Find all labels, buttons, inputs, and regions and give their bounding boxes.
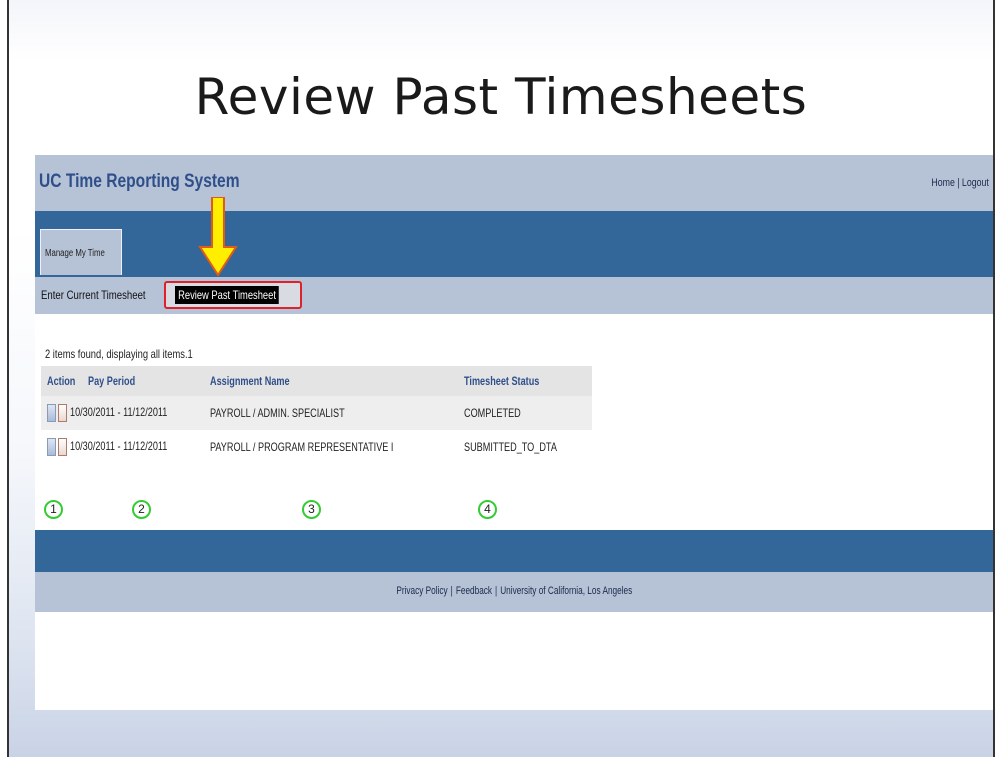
status-cell: SUBMITTED_TO_DTA: [463, 440, 557, 454]
ucla-link[interactable]: University of California, Los Angeles: [500, 585, 632, 597]
app-header: UC Time Reporting System Home | Logout: [35, 155, 993, 211]
callout-2: 2: [132, 500, 151, 519]
slide-title: Review Past Timesheets: [194, 68, 808, 126]
footer: Privacy Policy | Feedback | University of Ca…: [35, 572, 993, 612]
callout-4: 4: [478, 500, 497, 519]
logout-link[interactable]: Logout: [962, 177, 989, 189]
assignment-cell: PAYROLL / ADMIN. SPECIALIST: [204, 396, 458, 430]
header-separator: |: [957, 177, 960, 189]
column-header-assignment: Assignment Name: [204, 366, 458, 396]
status-cell: COMPLETED: [457, 396, 593, 430]
column-header-pay-period: Pay Period: [87, 374, 135, 388]
arrow-down-icon: [198, 197, 238, 277]
pay-period-cell: 10/30/2011 - 11/12/2011: [70, 405, 168, 420]
app-title: UC Time Reporting System: [39, 171, 240, 192]
footer-band: [35, 530, 993, 572]
nav-band: Manage My Time: [35, 211, 993, 277]
timesheet-view-icon[interactable]: [47, 438, 67, 456]
subnav: Enter Current Timesheet Review Past Time…: [35, 277, 993, 314]
table-row[interactable]: 10/30/2011 - 11/12/2011 PAYROLL / PROGRA…: [41, 430, 592, 464]
callout-1: 1: [44, 500, 63, 519]
column-header-action: Action Pay Period: [41, 366, 205, 396]
timesheet-table: Action Pay Period Assignment Name Timesh…: [41, 366, 593, 464]
pay-period-cell: 10/30/2011 - 11/12/2011: [70, 439, 168, 454]
timesheet-view-icon[interactable]: [47, 404, 67, 422]
tab-manage-my-time[interactable]: Manage My Time: [40, 229, 122, 275]
results-summary: 2 items found, displaying all items.1: [45, 347, 193, 361]
feedback-link[interactable]: Feedback: [456, 585, 492, 597]
home-link[interactable]: Home: [932, 177, 955, 189]
results-panel: 2 items found, displaying all items.1 Ac…: [35, 314, 993, 530]
table-header-row: Action Pay Period Assignment Name Timesh…: [41, 366, 593, 396]
subnav-enter-current-timesheet[interactable]: Enter Current Timesheet: [41, 288, 146, 302]
action-cell: 10/30/2011 - 11/12/2011: [41, 396, 205, 430]
table-row[interactable]: 10/30/2011 - 11/12/2011 PAYROLL / ADMIN.…: [41, 396, 593, 430]
tab-label: Manage My Time: [45, 248, 105, 259]
subnav-review-past-timesheet[interactable]: Review Past Timesheet: [175, 286, 280, 304]
highlight-box: Review Past Timesheet: [164, 281, 302, 309]
app-screenshot: UC Time Reporting System Home | Logout Man…: [35, 155, 993, 710]
header-links: Home | Logout: [932, 177, 989, 189]
presentation-slide: Review Past Timesheets UC Time Reporting…: [7, 0, 995, 757]
callout-3: 3: [302, 500, 321, 519]
action-cell: 10/30/2011 - 11/12/2011: [41, 430, 204, 464]
privacy-policy-link[interactable]: Privacy Policy: [396, 585, 447, 597]
column-header-status: Timesheet Status: [457, 366, 593, 396]
assignment-cell: PAYROLL / PROGRAM REPRESENTATIVE I: [210, 440, 394, 454]
footer-links: Privacy Policy | Feedback | University of Ca…: [396, 585, 632, 597]
